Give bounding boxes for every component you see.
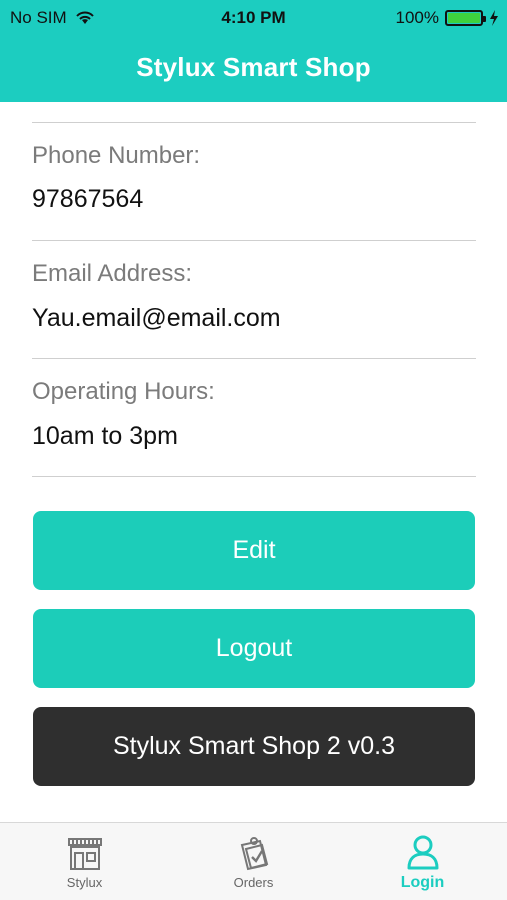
battery-icon [445, 10, 486, 26]
shop-icon [67, 838, 102, 870]
edit-button[interactable]: Edit [33, 511, 475, 590]
page-title: Stylux Smart Shop [136, 52, 371, 82]
tab-bar: Stylux Orders Login [0, 822, 507, 900]
logout-button[interactable]: Logout [33, 609, 475, 688]
email-address-value: Yau.email@email.com [32, 304, 281, 332]
version-button[interactable]: Stylux Smart Shop 2 v0.3 [33, 707, 475, 786]
status-right: 100% [396, 8, 499, 28]
divider [32, 240, 476, 241]
shop-details: Phone Number: 97867564 Email Address: Ya… [0, 102, 507, 822]
phone-number-label: Phone Number: [32, 142, 201, 169]
tab-label: Orders [233, 875, 274, 890]
user-icon [407, 835, 438, 869]
clipboard-check-icon [240, 837, 268, 871]
email-address-label: Email Address: [32, 260, 193, 287]
divider [32, 476, 476, 477]
header: No SIM 4:10 PM 100% Stylux Smart Shop [0, 0, 507, 102]
battery-percent: 100% [395, 8, 439, 27]
phone-number-value: 97867564 [32, 185, 144, 213]
tab-login[interactable]: Login [338, 823, 507, 900]
tab-orders[interactable]: Orders [169, 823, 338, 900]
tab-stylux[interactable]: Stylux [0, 823, 169, 900]
screen: No SIM 4:10 PM 100% Stylux Smart Shop Ph… [0, 0, 507, 900]
tab-label: Login [400, 873, 445, 891]
divider [32, 358, 476, 359]
operating-hours-label: Operating Hours: [32, 378, 215, 405]
tab-label: Stylux [66, 875, 103, 890]
status-bar: No SIM 4:10 PM 100% [0, 0, 507, 34]
charging-icon [490, 10, 498, 26]
divider [32, 122, 476, 123]
operating-hours-value: 10am to 3pm [32, 422, 178, 450]
